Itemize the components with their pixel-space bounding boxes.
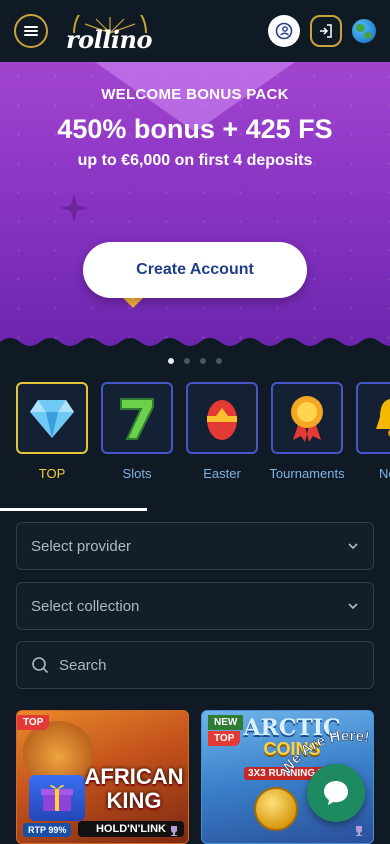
login-icon	[320, 24, 332, 38]
category-tile	[16, 382, 88, 454]
top-badge: TOP	[17, 715, 50, 730]
login-button[interactable]	[310, 15, 342, 47]
collection-select[interactable]: Select collection	[16, 582, 374, 630]
profile-button[interactable]	[268, 15, 300, 47]
coin-art	[254, 787, 298, 831]
category-new[interactable]: New	[356, 382, 390, 481]
page: rollino WELCOME BONUS PACK 450% bonus + …	[0, 0, 390, 844]
pager-dot[interactable]	[184, 358, 190, 364]
tab-indicator	[0, 508, 147, 511]
lucky-seven-icon	[120, 398, 154, 440]
pager-dot[interactable]	[200, 358, 206, 364]
chat-button[interactable]	[307, 764, 365, 822]
collection-select-label: Select collection	[31, 597, 140, 615]
user-swap-icon	[275, 22, 293, 40]
pager-dot[interactable]	[216, 358, 222, 364]
diamond-icon	[30, 400, 74, 438]
category-easter[interactable]: Easter	[186, 382, 258, 481]
top-header: rollino	[0, 0, 390, 62]
chevron-down-icon	[348, 603, 358, 610]
medal-icon	[291, 396, 323, 442]
category-slots[interactable]: Slots	[101, 382, 173, 481]
create-account-button[interactable]: Create Account	[83, 242, 307, 298]
trophy-icon	[171, 826, 177, 836]
globe-icon[interactable]	[352, 19, 376, 43]
chevron-down-icon	[348, 543, 358, 550]
easter-egg-icon	[207, 400, 237, 440]
game-title-line: KING	[106, 788, 162, 813]
game-title-line: AFRICAN	[84, 764, 184, 789]
logo[interactable]: rollino	[66, 9, 158, 54]
wave-divider	[0, 338, 390, 347]
category-strip: TOP Slots Easter Tournaments N	[16, 382, 390, 481]
trophy-icon	[356, 826, 362, 836]
rtp-badge: RTP 99%	[23, 823, 72, 837]
gift-icon[interactable]	[29, 775, 85, 821]
pager-dot[interactable]	[168, 358, 174, 364]
hero-subtitle: up to €6,000 on first 4 deposits	[77, 152, 313, 169]
logo-text: rollino	[66, 25, 152, 54]
search-input[interactable]: Search	[16, 641, 374, 689]
lion-art	[23, 721, 93, 781]
category-label: New	[378, 466, 390, 481]
category-label: Tournaments	[269, 466, 345, 481]
provider-select-label: Select provider	[31, 537, 132, 555]
category-tile	[271, 382, 343, 454]
carousel-pager	[0, 358, 390, 364]
category-label: Easter	[203, 466, 241, 481]
category-tournaments[interactable]: Tournaments	[269, 382, 345, 481]
menu-button[interactable]	[14, 14, 48, 48]
hamburger-icon	[24, 26, 38, 36]
hero-title: WELCOME BONUS PACK	[101, 86, 289, 103]
category-top[interactable]: TOP	[16, 382, 88, 481]
category-tile	[101, 382, 173, 454]
search-icon	[32, 657, 49, 674]
game-title: AFRICAN KING	[84, 765, 184, 813]
category-label: Slots	[122, 466, 152, 481]
category-label: TOP	[38, 466, 66, 481]
category-tile	[356, 382, 390, 454]
search-placeholder: Search	[59, 656, 107, 674]
bell-icon	[376, 399, 390, 437]
sparkle-icon	[60, 194, 88, 222]
chat-bubble-icon	[324, 781, 348, 805]
hero-bonus: 450% bonus + 425 FS	[57, 114, 333, 144]
provider-select[interactable]: Select provider	[16, 522, 374, 570]
hero-banner: WELCOME BONUS PACK 450% bonus + 425 FS u…	[0, 62, 390, 347]
category-tile	[186, 382, 258, 454]
game-tile-african-king[interactable]: TOP AFRICAN KING HOLD'N'LINK RTP 99%	[16, 710, 189, 844]
